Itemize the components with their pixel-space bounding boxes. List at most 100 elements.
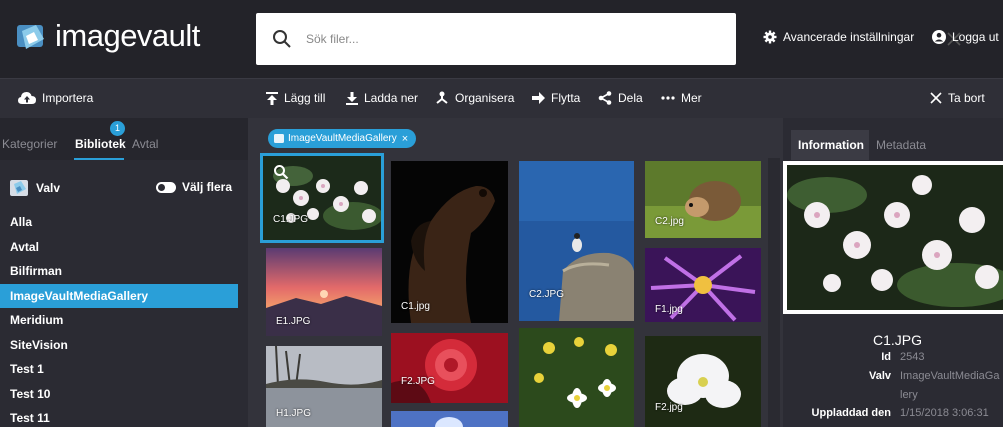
sitemap-icon (436, 91, 448, 104)
thumbnail-h1-jpg[interactable]: H1.JPG (266, 346, 382, 427)
download-label: Ladda ner (364, 91, 419, 105)
meta-row-uploaded: Uppladdad den 1/15/2018 3:06:31 (783, 407, 1003, 421)
sidebar-item-test-11[interactable]: Test 11 (0, 406, 248, 427)
logout-button[interactable]: Logga ut (932, 30, 999, 44)
meta-row-vault: Valv ImageVaultMediaGa (783, 370, 1003, 384)
tab-library[interactable]: Bibliotek (75, 137, 126, 151)
download-icon (346, 91, 358, 105)
library-panel: Kategorier Bibliotek Avtal 1 Valv Välj f… (0, 118, 248, 427)
meta-key: Uppladdad den (811, 407, 891, 419)
details-tabs: Information Metadata (783, 118, 1003, 160)
advanced-settings-label: Avancerade inställningar (783, 30, 915, 44)
share-icon (598, 91, 612, 105)
filter-chip[interactable]: ImageVaultMediaGallery × (268, 129, 417, 148)
vault-list: Alla Avtal Bilfirman ImageVaultMediaGall… (0, 210, 248, 427)
meta-key: Valv (868, 370, 891, 382)
chip-close-icon[interactable]: × (402, 133, 408, 145)
logo[interactable]: imagevault (14, 18, 200, 54)
thumbnail-c1-jpg-upper[interactable]: C1.JPG (260, 153, 384, 243)
select-multiple-toggle[interactable] (156, 182, 176, 193)
sidebar-item-bilfirman[interactable]: Bilfirman (0, 259, 248, 284)
thumbnail-label: C1.JPG (273, 214, 309, 225)
details-panel: Information Metadata C1.JPG Id 2543 Valv… (783, 118, 1003, 427)
search-input[interactable] (306, 27, 666, 51)
image-preview (783, 161, 1003, 314)
thumbnail-label: C1.jpg (401, 301, 430, 312)
user-icon (932, 30, 946, 44)
more-label: Mer (681, 91, 702, 105)
meta-value: ImageVaultMediaGa (900, 370, 1000, 382)
thumbnail-label: C2.JPG (529, 289, 565, 300)
thumbnail-label: F1.jpg (655, 304, 683, 315)
remove-button[interactable]: Ta bort (930, 91, 985, 105)
thumbnail-f1-jpg[interactable]: F1.jpg (645, 248, 761, 322)
select-multiple-label: Välj flera (182, 180, 233, 194)
vault-label: Valv (36, 181, 61, 195)
more-icon (661, 96, 675, 100)
thumbnail-partial[interactable] (391, 411, 508, 427)
logo-icon (14, 19, 48, 53)
sidebar-item-test-10[interactable]: Test 10 (0, 382, 248, 407)
cloud-upload-icon (18, 92, 36, 104)
vault-header: Valv Välj flera (10, 178, 240, 198)
upload-icon (266, 91, 278, 105)
tab-metadata[interactable]: Metadata (876, 138, 926, 152)
thumbnail-label: F2.jpg (655, 402, 683, 413)
sidebar-item-sitevision[interactable]: SiteVision (0, 333, 248, 358)
sidebar-item-imagevaultmediagallery[interactable]: ImageVaultMediaGallery (0, 283, 238, 308)
thumbnail-f2-jpg-upper[interactable]: F2.JPG (391, 333, 508, 403)
add-button[interactable]: Lägg till (266, 91, 325, 105)
remove-label: Ta bort (948, 91, 985, 105)
gallery-panel: ImageVaultMediaGallery × C1.JPG E1.JPG H… (248, 118, 783, 427)
logout-label: Logga ut (952, 30, 999, 44)
thumbnail-c2-jpg-bird[interactable]: C2.JPG (519, 161, 634, 321)
move-label: Flytta (551, 91, 581, 105)
library-tabs: Kategorier Bibliotek Avtal 1 (0, 118, 248, 160)
details-title: C1.JPG (873, 332, 923, 348)
search-icon[interactable] (271, 28, 293, 50)
vault-icon (10, 180, 28, 196)
download-button[interactable]: Ladda ner (346, 91, 418, 105)
filter-chip-label: ImageVaultMediaGallery (288, 133, 397, 144)
meta-key: Id (881, 351, 891, 363)
meta-value: lery (900, 389, 918, 401)
notification-badge: 1 (110, 121, 125, 136)
toolbar: Importera Lägg till Ladda ner Organisera (0, 78, 1003, 118)
sidebar-item-alla[interactable]: Alla (0, 210, 248, 235)
move-button[interactable]: Flytta (532, 91, 580, 105)
meta-row-id: Id 2543 (783, 351, 1003, 365)
gallery-scrollbar[interactable] (768, 158, 780, 427)
sidebar-item-test-1[interactable]: Test 1 (0, 357, 248, 382)
thumbnail-c2-jpg-hedgehog[interactable]: C2.jpg (645, 161, 761, 238)
zoom-icon[interactable] (273, 164, 289, 180)
thumbnail-e1-jpg[interactable]: E1.JPG (266, 248, 382, 336)
tab-categories[interactable]: Kategorier (2, 137, 57, 151)
thumbnail-c1-jpg-dog[interactable]: C1.jpg (391, 161, 508, 323)
meta-value: 1/15/2018 3:06:31 (900, 407, 989, 419)
meta-row-vault-cont: lery (783, 389, 1003, 403)
thumbnail-label: E1.JPG (276, 316, 311, 327)
vault-icon (274, 134, 284, 143)
close-icon (930, 92, 942, 104)
tab-information[interactable]: Information (798, 138, 864, 152)
share-button[interactable]: Dela (598, 91, 643, 105)
import-button[interactable]: Importera (18, 91, 93, 105)
more-button[interactable]: Mer (661, 91, 702, 105)
advanced-settings-button[interactable]: Avancerade inställningar (763, 30, 914, 44)
arrow-right-icon (532, 92, 545, 104)
sidebar-item-meridium[interactable]: Meridium (0, 308, 248, 333)
thumbnail-label: C2.jpg (655, 216, 684, 227)
sidebar-item-avtal[interactable]: Avtal (0, 235, 248, 260)
thumbnail-anemone[interactable] (519, 328, 634, 427)
organize-label: Organisera (455, 91, 515, 105)
organize-button[interactable]: Organisera (435, 91, 514, 105)
thumbnail-f2-jpg-lower[interactable]: F2.jpg (645, 336, 761, 427)
add-label: Lägg till (284, 91, 326, 105)
top-bar: imagevault Avancerade inställ (0, 0, 1003, 78)
thumbnail-label: H1.JPG (276, 408, 312, 419)
tab-contracts[interactable]: Avtal (132, 137, 158, 151)
imagevault-app: imagevault Avancerade inställ (0, 0, 1003, 427)
search-box (256, 13, 961, 65)
thumbnail-label: F2.JPG (401, 376, 435, 387)
gear-icon (763, 30, 777, 44)
